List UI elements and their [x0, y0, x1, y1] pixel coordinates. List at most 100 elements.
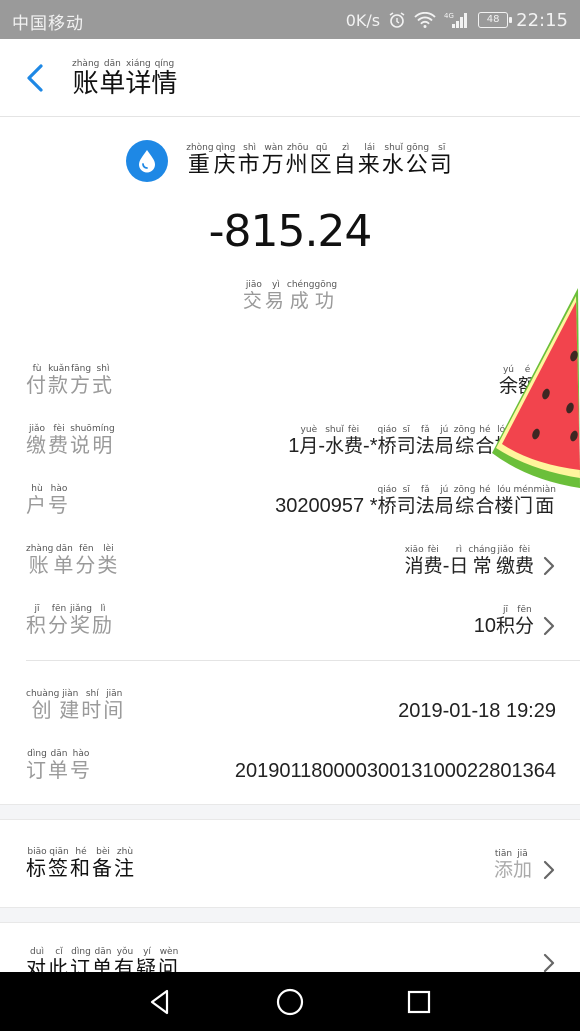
order-question-arrow [542, 953, 556, 972]
hanzi-char: 区 [309, 153, 334, 178]
hanzi-char: 间 [103, 698, 126, 722]
points-reward-row[interactable]: 积jī分fēn奖jiǎng励lì 10积jī分fēn [26, 598, 556, 638]
pinyin: jiǎo [26, 424, 48, 434]
plain-text: 20190118000030013100022801364 [234, 760, 556, 782]
pinyin: zōng [453, 485, 476, 495]
hanzi-char: 单 [53, 553, 76, 577]
row-value: 2019-01-18 19:29 [398, 700, 556, 723]
hanzi-char: 司 [429, 153, 454, 178]
pinyin: fēn [514, 605, 534, 615]
carrier-name: 中国移动 [12, 14, 84, 34]
hanzi-char: 建 [59, 698, 82, 722]
pinyin: qíng [151, 59, 178, 69]
pinyin: fèi [344, 425, 364, 435]
back-button[interactable] [20, 61, 54, 95]
bill-category-row[interactable]: 账zhàng单dān分fēn类lèi 消xiāo费fèi-日rì常cháng缴ji… [26, 538, 556, 578]
status-bar: 中国移动 0K/s 4G 48 22:15 [0, 0, 580, 39]
pinyin: shuō [70, 424, 92, 434]
pinyin: wàn [261, 143, 286, 153]
pinyin: jiān [103, 689, 126, 699]
pinyin: jiàn [59, 689, 82, 699]
pinyin: fǎ [415, 425, 435, 435]
hanzi-char: 单 [99, 69, 126, 99]
hanzi-char: 标 [26, 856, 48, 880]
network-speed: 0K/s [345, 10, 381, 30]
pinyin: fǎ [415, 485, 435, 495]
pinyin: fù [26, 364, 48, 374]
hanzi-char: 交 [242, 290, 265, 312]
wifi-icon [414, 12, 436, 28]
pinyin: qiáo [377, 485, 397, 495]
hanzi-char: 重 [186, 153, 214, 178]
hanzi-char: 缴 [495, 555, 515, 577]
add-note-button[interactable]: 添tiān加jiā [494, 849, 556, 882]
row-label: 户hù号hào [26, 484, 70, 518]
pinyin: zōng [453, 425, 476, 435]
chevron-left-icon [27, 64, 43, 92]
hanzi-char: 费 [48, 433, 70, 457]
hanzi-char: 情 [151, 69, 178, 99]
pinyin: fēn [48, 604, 70, 614]
nav-recent-button[interactable] [399, 984, 439, 1020]
hanzi-char: 消 [404, 555, 424, 577]
hanzi-char: 此 [48, 956, 70, 972]
hanzi-char: 单 [92, 956, 114, 972]
hanzi-char: 日 [449, 555, 469, 577]
plain-text: - [318, 435, 326, 457]
hanzi-char: 自 [333, 153, 358, 178]
hanzi-char: 和 [70, 856, 92, 880]
merchant-header: 重zhòng庆qìng市shì万wàn州zhōu区qū自zì来lái水shuǐ公… [0, 138, 580, 184]
pinyin: duì [26, 947, 48, 957]
tags-notes-row[interactable]: 标biāo签qiān和hé备bèi注zhù 添tiān加jiā [0, 821, 580, 907]
pinyin: zhōu [285, 143, 310, 153]
row-value-text: 10积jī分fēn [474, 605, 534, 638]
pinyin: jiā [512, 849, 532, 859]
hanzi-char: 号 [70, 758, 92, 782]
hanzi-char: 面 [533, 495, 556, 517]
hanzi-char: 说 [70, 433, 92, 457]
hanzi-char: 号 [48, 493, 70, 517]
pinyin: dān [53, 544, 76, 554]
hanzi-char: 费 [423, 555, 443, 577]
nav-home-button[interactable] [270, 984, 310, 1020]
pinyin: dìng [70, 947, 92, 957]
row-value-text: 2019-01-18 19:29 [398, 700, 556, 723]
pinyin: shì [92, 364, 114, 374]
pinyin: hù [26, 484, 48, 494]
hanzi-char: 分 [48, 613, 70, 637]
pinyin: yì [264, 280, 287, 290]
hanzi-char: 详 [125, 69, 152, 99]
pinyin: fèi [48, 424, 70, 434]
top-nav-bar: 账zhàng单dān详xiáng情qíng [0, 39, 580, 117]
pinyin: jī [495, 605, 515, 615]
system-nav-bar [0, 972, 580, 1031]
pinyin: shuǐ [325, 425, 345, 435]
hanzi-char: 款 [48, 373, 70, 397]
order-question-row[interactable]: 对duì此cǐ订dìng单dān有yǒu疑yí问wèn [0, 923, 580, 972]
pinyin: dān [48, 749, 70, 759]
pinyin: fāng [70, 364, 92, 374]
hanzi-char: 综 [453, 435, 476, 457]
hanzi-char: 明 [92, 433, 115, 457]
hanzi-char: 励 [92, 613, 114, 637]
nav-back-button[interactable] [140, 984, 180, 1020]
hanzi-char: 成 [286, 290, 315, 312]
hanzi-char: 来 [357, 153, 382, 178]
hanzi-char: 分 [75, 553, 98, 577]
row-value: 20190118000030013100022801364 [235, 760, 556, 783]
hanzi-char: 方 [70, 373, 92, 397]
hanzi-char: 费 [514, 555, 534, 577]
pinyin: kuǎn [48, 364, 70, 374]
plain-text: 2019-01-18 19:29 [398, 700, 556, 722]
svg-text:4G: 4G [444, 12, 454, 20]
chevron-right-icon [543, 556, 555, 576]
hanzi-char: 户 [26, 493, 48, 517]
hanzi-char: 有 [114, 956, 136, 972]
row-value-text: 20190118000030013100022801364 [235, 760, 556, 783]
watermelon-icon [492, 288, 580, 488]
pinyin: shuǐ [381, 143, 406, 153]
pinyin: biāo [26, 847, 48, 857]
hanzi-char: 法 [415, 435, 435, 457]
pinyin: xiáng [125, 59, 152, 69]
pinyin: wèn [158, 947, 180, 957]
